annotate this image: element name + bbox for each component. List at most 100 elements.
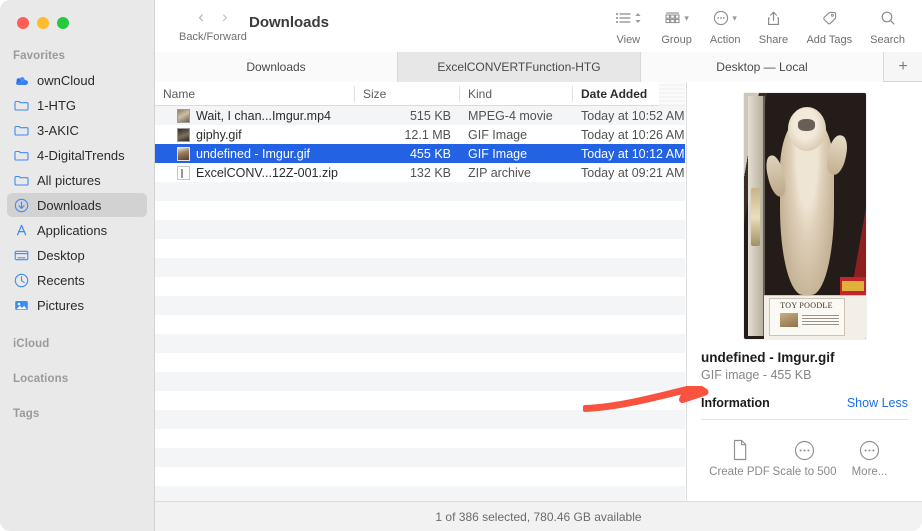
sidebar-item-label: Downloads <box>37 198 101 213</box>
show-less-link[interactable]: Show Less <box>847 396 908 410</box>
downloads-icon <box>13 197 30 214</box>
group-grid-icon: ▾ <box>664 8 689 28</box>
more-label: More... <box>852 466 888 478</box>
sidebar-item-label: Desktop <box>37 248 85 263</box>
close-button[interactable] <box>17 17 29 29</box>
thumbnail-sign: TOY POODLE <box>769 298 845 336</box>
column-header-label: Kind <box>468 87 492 101</box>
sidebar-item-4-digitaltrends[interactable]: 4-DigitalTrends <box>7 143 147 167</box>
view-button[interactable]: View <box>604 8 652 46</box>
header-scroll-pad <box>659 82 685 106</box>
scale-to-500-button[interactable]: Scale to 500 <box>772 438 837 478</box>
file-name: giphy.gif <box>196 128 242 142</box>
tab-label: Desktop — Local <box>716 60 807 74</box>
list-empty-area[interactable] <box>155 182 685 501</box>
list-view-icon <box>615 8 642 28</box>
table-row-selected[interactable]: undefined - Imgur.gif 455 KB GIF Image T… <box>155 144 685 163</box>
sort-updown-icon <box>634 11 642 25</box>
zoom-button[interactable] <box>57 17 69 29</box>
sidebar-item-applications[interactable]: Applications <box>7 218 147 242</box>
search-icon <box>880 8 896 28</box>
file-size: 455 KB <box>355 147 460 161</box>
file-list[interactable]: Name Size Kind Date Added Wait, I chan..… <box>155 82 685 501</box>
table-row[interactable]: giphy.gif 12.1 MB GIF Image Today at 10:… <box>155 125 685 144</box>
zip-file-icon <box>177 166 190 180</box>
more-button[interactable]: More... <box>837 438 902 478</box>
chevron-down-icon: ▾ <box>732 13 737 24</box>
file-name: ExcelCONV...12Z-001.zip <box>196 166 338 180</box>
create-pdf-label: Create PDF <box>709 466 770 478</box>
desktop-icon <box>13 247 30 264</box>
share-button[interactable]: Share <box>749 8 797 46</box>
information-section-header: Information Show Less <box>701 396 908 420</box>
column-header-name[interactable]: Name <box>155 86 355 102</box>
tab-excelconvertfunction-htg[interactable]: ExcelCONVERTFunction-HTG <box>398 52 641 82</box>
column-header-kind[interactable]: Kind <box>460 86 573 102</box>
group-button-label: Group <box>661 34 692 46</box>
sidebar-item-recents[interactable]: Recents <box>7 268 147 292</box>
file-date-added: Today at 10:12 AM <box>573 147 685 161</box>
tab-downloads[interactable]: Downloads <box>155 52 398 82</box>
window-controls <box>17 17 69 29</box>
file-name-cell: Wait, I chan...Imgur.mp4 <box>155 109 355 123</box>
tab-desktop-local[interactable]: Desktop — Local <box>641 52 884 82</box>
file-name: Wait, I chan...Imgur.mp4 <box>196 109 331 123</box>
preview-thumbnail[interactable]: TOY POODLE <box>744 93 866 339</box>
back-forward-label: Back/Forward <box>179 31 247 43</box>
sidebar-item-desktop[interactable]: Desktop <box>7 243 147 267</box>
table-row[interactable]: ExcelCONV...12Z-001.zip 132 KB ZIP archi… <box>155 163 685 182</box>
share-button-label: Share <box>759 34 788 46</box>
folder-icon <box>13 147 30 164</box>
chevron-right-icon[interactable]: › <box>222 8 228 25</box>
file-size: 515 KB <box>355 109 460 123</box>
sidebar-item-downloads[interactable]: Downloads <box>7 193 147 217</box>
sidebar-item-owncloud[interactable]: ownCloud <box>7 68 147 92</box>
action-button[interactable]: ▾ Action <box>701 8 750 46</box>
finder-window: Favorites ownCloud 1-HTG 3-AKIC <box>0 0 922 531</box>
sidebar-section-favorites-header: Favorites <box>0 42 154 67</box>
add-tags-button[interactable]: Add Tags <box>797 8 861 46</box>
minimize-button[interactable] <box>37 17 49 29</box>
sidebar-scroll[interactable]: Favorites ownCloud 1-HTG 3-AKIC <box>0 42 154 531</box>
thumbnail-poodle-snout <box>798 119 815 131</box>
new-tab-button[interactable]: + <box>884 52 922 81</box>
sidebar-item-1-htg[interactable]: 1-HTG <box>7 93 147 117</box>
sidebar-item-all-pictures[interactable]: All pictures <box>7 168 147 192</box>
file-kind: GIF Image <box>460 128 573 142</box>
table-row[interactable]: Wait, I chan...Imgur.mp4 515 KB MPEG-4 m… <box>155 106 685 125</box>
tab-bar: Downloads ExcelCONVERTFunction-HTG Deskt… <box>155 52 922 82</box>
file-name-cell: undefined - Imgur.gif <box>155 147 355 161</box>
back-forward-group: ‹ › Back/Forward <box>179 8 247 43</box>
preview-file-name: undefined - Imgur.gif <box>701 350 908 365</box>
add-tags-button-label: Add Tags <box>806 34 852 46</box>
group-button[interactable]: ▾ Group <box>652 8 701 46</box>
sidebar-item-label: Applications <box>37 223 107 238</box>
document-icon <box>731 438 749 462</box>
share-icon <box>766 8 781 28</box>
sidebar-item-3-akic[interactable]: 3-AKIC <box>7 118 147 142</box>
clock-icon <box>13 272 30 289</box>
sidebar-item-label: All pictures <box>37 173 101 188</box>
chevron-left-icon[interactable]: ‹ <box>198 8 204 25</box>
thumbnail-yellow-item <box>842 281 864 291</box>
create-pdf-button[interactable]: Create PDF <box>707 438 772 478</box>
plus-icon: + <box>898 58 907 76</box>
preview-pane: TOY POODLE undefined - Imgur.gif GIF ima… <box>686 82 922 501</box>
thumbnail-latch <box>751 188 760 246</box>
sidebar-section-locations-header: Locations <box>0 355 154 390</box>
tab-label: Downloads <box>246 60 305 74</box>
file-name-cell: ExcelCONV...12Z-001.zip <box>155 166 355 180</box>
sidebar-section-icloud-header: iCloud <box>0 318 154 355</box>
sidebar-item-pictures[interactable]: Pictures <box>7 293 147 317</box>
thumbnail-sign-photo <box>780 313 798 327</box>
sidebar-item-label: Pictures <box>37 298 84 313</box>
ellipsis-circle-icon: ▾ <box>713 8 737 28</box>
toolbar-buttons: View ▾ Group ▾ Action Sh <box>604 8 914 46</box>
file-size: 132 KB <box>355 166 460 180</box>
file-size: 12.1 MB <box>355 128 460 142</box>
tag-icon <box>821 8 838 28</box>
sidebar-section-tags-header: Tags <box>0 390 154 425</box>
sidebar-item-label: ownCloud <box>37 73 95 88</box>
search-button[interactable]: Search <box>861 8 914 46</box>
column-header-size[interactable]: Size <box>355 86 460 102</box>
